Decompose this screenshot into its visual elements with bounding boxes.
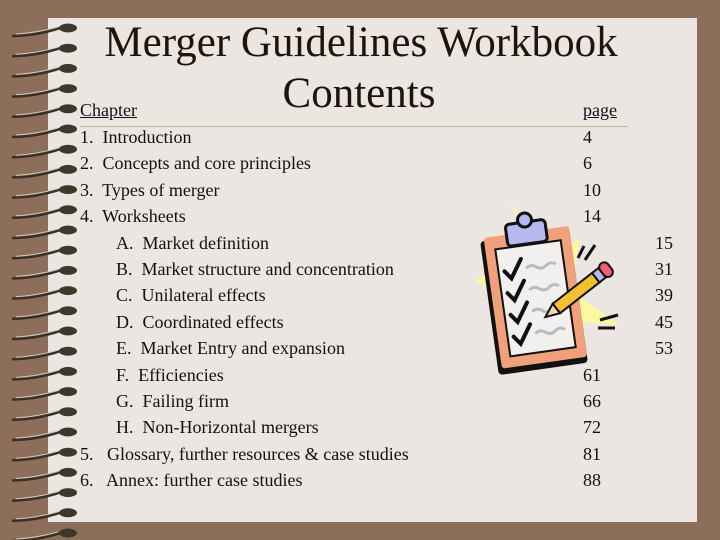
page-title: Merger Guidelines Workbook — [104, 19, 618, 66]
spiral-ring — [11, 144, 77, 159]
spiral-ring — [11, 427, 77, 442]
toc-entry-label: B. Market structure and concentration — [116, 259, 394, 279]
spiral-ring — [11, 508, 77, 523]
toc-entry-page: 72 — [583, 417, 601, 438]
spiral-ring — [11, 306, 77, 321]
spiral-ring — [11, 407, 77, 422]
toc-entry-label: 3. Types of merger — [80, 179, 220, 200]
page-column-header: page — [583, 100, 617, 120]
spiral-ring — [11, 124, 77, 139]
spiral-ring — [11, 326, 77, 341]
toc-entry-label: 6. Annex: further case studies — [80, 470, 303, 491]
toc-entry-label: 2. Concepts and core principles — [80, 153, 311, 174]
spiral-ring — [11, 205, 77, 220]
toc-entry-label: 5. Glossary, further resources & case st… — [80, 443, 409, 464]
spiral-ring — [11, 245, 77, 260]
toc-entry-label: C. Unilateral effects — [116, 285, 266, 306]
toc-entry-page: 31 — [655, 259, 673, 279]
toc-entry-label: E. Market Entry and expansion — [116, 338, 345, 359]
toc-entry-page: 10 — [583, 179, 601, 200]
toc-entry-label: 1. Introduction — [80, 127, 192, 147]
spiral-ring — [11, 346, 77, 361]
toc-entry-label: D. Coordinated effects — [116, 311, 284, 332]
spiral-ring — [11, 164, 77, 179]
spiral-ring — [11, 185, 77, 199]
toc-entry-page: 45 — [655, 311, 673, 332]
toc-entry-page: 53 — [655, 338, 673, 359]
spiral-ring — [11, 488, 77, 502]
spiral-ring — [11, 366, 77, 381]
toc-entry-label: G. Failing firm — [116, 391, 229, 411]
spiral-ring — [11, 467, 77, 482]
clipboard-checklist-icon — [475, 200, 620, 375]
toc-entry-page: 15 — [655, 232, 673, 253]
toc-entry-page: 4 — [583, 127, 592, 147]
spiral-ring — [11, 387, 77, 401]
toc-entry-page: 88 — [583, 470, 601, 491]
spiral-ring — [11, 447, 77, 462]
toc-entry-page: 39 — [655, 285, 673, 306]
toc-entry-label: 4. Worksheets — [80, 206, 186, 227]
toc-entry-label: A. Market definition — [116, 232, 269, 253]
toc-entry-page: 81 — [583, 443, 601, 464]
toc-entry-page: 6 — [583, 153, 592, 174]
toc-entry-label: H. Non-Horizontal mergers — [116, 417, 319, 438]
toc-entry-page: 66 — [583, 391, 601, 411]
toc-entry-label: F. Efficiencies — [116, 364, 224, 385]
spiral-ring — [11, 225, 77, 240]
spiral-ring — [11, 286, 77, 300]
spiral-ring — [11, 528, 77, 540]
spiral-ring — [11, 265, 77, 280]
chapter-column-header: Chapter — [80, 100, 137, 120]
